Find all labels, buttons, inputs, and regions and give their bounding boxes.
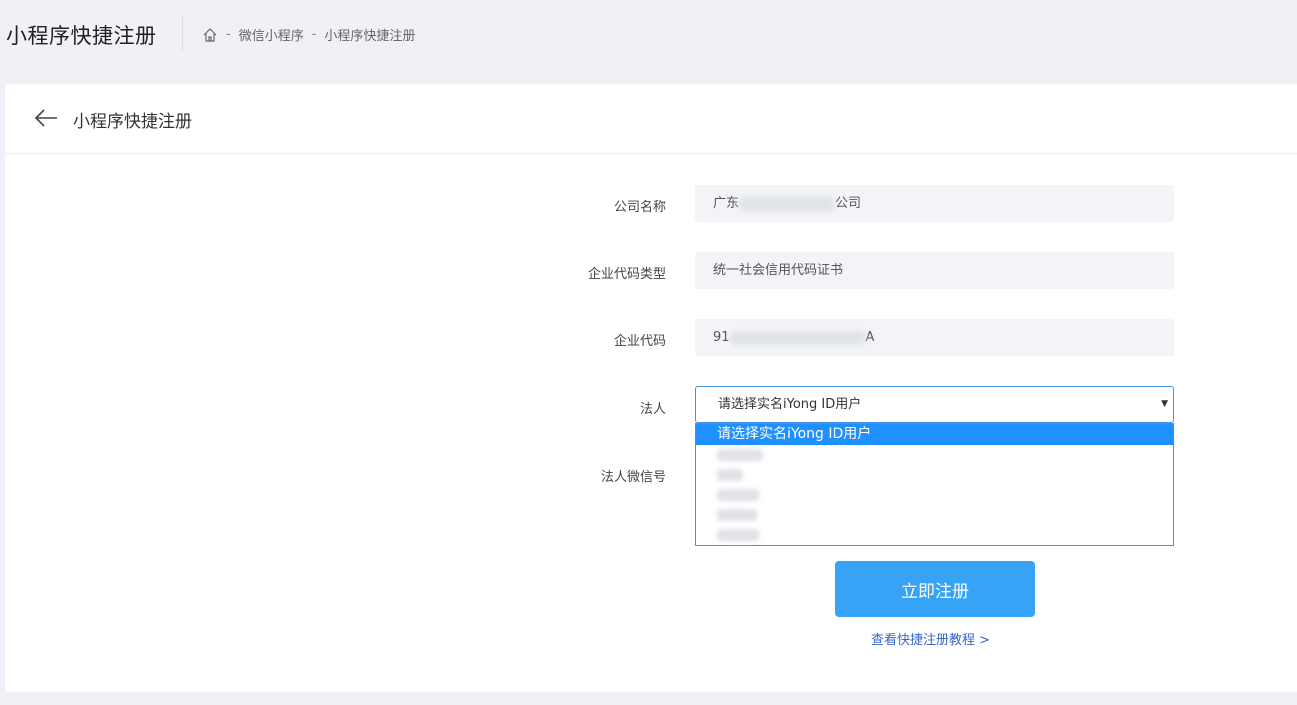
main-card: 小程序快捷注册 公司名称 广东 公司 企业代码类型 统一社会信用代码证书 企业代码… xyxy=(5,84,1297,692)
breadcrumb-separator: - xyxy=(226,27,231,42)
card-title: 小程序快捷注册 xyxy=(73,112,192,132)
code-type-label: 企业代码类型 xyxy=(587,267,666,282)
caret-down-icon: ▼ xyxy=(1161,399,1168,409)
tutorial-link[interactable]: 查看快捷注册教程 > xyxy=(871,629,990,648)
dropdown-option[interactable] xyxy=(696,465,1173,485)
legal-person-dropdown[interactable]: 请选择实名iYong ID用户 xyxy=(695,423,1174,546)
legal-person-label: 法人 xyxy=(639,402,666,417)
topbar-divider xyxy=(182,16,183,52)
masked-text xyxy=(717,509,757,521)
masked-text xyxy=(717,489,759,501)
app-title: 小程序快捷注册 xyxy=(6,24,157,48)
back-arrow-icon[interactable] xyxy=(33,106,59,130)
legal-wechat-label: 法人微信号 xyxy=(600,470,666,485)
masked-text xyxy=(729,330,866,345)
breadcrumb-current: 小程序快捷注册 xyxy=(324,29,416,44)
dropdown-option[interactable] xyxy=(696,505,1173,525)
company-name-label: 公司名称 xyxy=(613,200,666,215)
register-button[interactable]: 立即注册 xyxy=(835,561,1035,617)
dropdown-option[interactable] xyxy=(696,445,1173,465)
company-code-suffix: A xyxy=(865,330,875,345)
company-name-suffix: 公司 xyxy=(835,196,862,211)
breadcrumb-link-wechat-miniprogram[interactable]: 微信小程序 xyxy=(239,25,304,44)
legal-person-select[interactable]: 请选择实名iYong ID用户 ▼ xyxy=(695,386,1174,423)
home-icon[interactable] xyxy=(202,27,218,43)
card-header: 小程序快捷注册 xyxy=(5,84,1297,154)
code-type-field: 统一社会信用代码证书 xyxy=(695,252,1174,289)
dropdown-option-highlighted[interactable]: 请选择实名iYong ID用户 xyxy=(696,424,1173,445)
company-name-field: 广东 公司 xyxy=(695,185,1174,222)
top-bar: 小程序快捷注册 - 微信小程序 - 小程序快捷注册 xyxy=(0,0,1297,68)
masked-text xyxy=(717,529,759,541)
masked-text xyxy=(717,469,743,481)
masked-text xyxy=(739,196,836,211)
legal-person-selected-value: 请选择实名iYong ID用户 xyxy=(718,397,862,412)
company-name-prefix: 广东 xyxy=(713,196,740,211)
company-code-prefix: 91 xyxy=(713,330,730,345)
breadcrumb-separator: - xyxy=(311,27,317,42)
company-code-field: 91 A xyxy=(695,319,1174,356)
masked-text xyxy=(717,449,763,461)
dropdown-option[interactable] xyxy=(696,485,1173,505)
company-code-label: 企业代码 xyxy=(613,334,666,349)
dropdown-option[interactable] xyxy=(696,525,1173,545)
breadcrumb: - 微信小程序 - 小程序快捷注册 xyxy=(202,25,415,44)
